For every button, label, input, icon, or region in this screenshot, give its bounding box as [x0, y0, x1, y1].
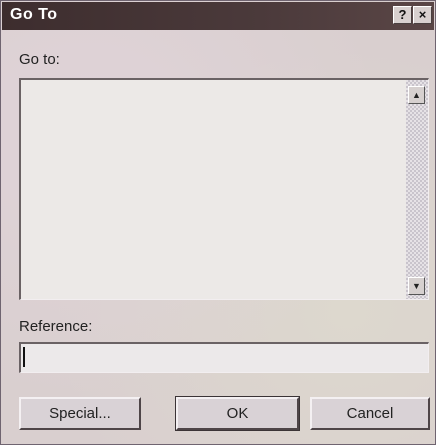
- title-bar[interactable]: Go To ? ×: [2, 2, 434, 30]
- reference-input[interactable]: [19, 342, 429, 373]
- close-button[interactable]: ×: [413, 6, 432, 24]
- question-mark-icon: ?: [398, 7, 407, 22]
- go-to-listbox[interactable]: ▲ ▼: [19, 78, 429, 300]
- close-icon: ×: [418, 7, 427, 22]
- special-button[interactable]: Special...: [19, 397, 141, 430]
- go-to-dialog: Go To ? × Go to: ▲ ▼ Reference: Special.…: [0, 0, 436, 445]
- cancel-button[interactable]: Cancel: [310, 397, 430, 430]
- go-to-label: Go to:: [19, 51, 60, 68]
- help-button[interactable]: ?: [393, 6, 412, 24]
- text-cursor: [23, 347, 25, 367]
- ok-button[interactable]: OK: [175, 396, 300, 431]
- reference-label: Reference:: [19, 318, 93, 335]
- scroll-up-button[interactable]: ▲: [408, 86, 425, 104]
- scroll-down-button[interactable]: ▼: [408, 277, 425, 295]
- arrow-down-icon: ▼: [412, 281, 421, 291]
- listbox-scrollbar[interactable]: ▲ ▼: [406, 80, 428, 299]
- window-title: Go To: [10, 6, 58, 23]
- arrow-up-icon: ▲: [412, 90, 421, 100]
